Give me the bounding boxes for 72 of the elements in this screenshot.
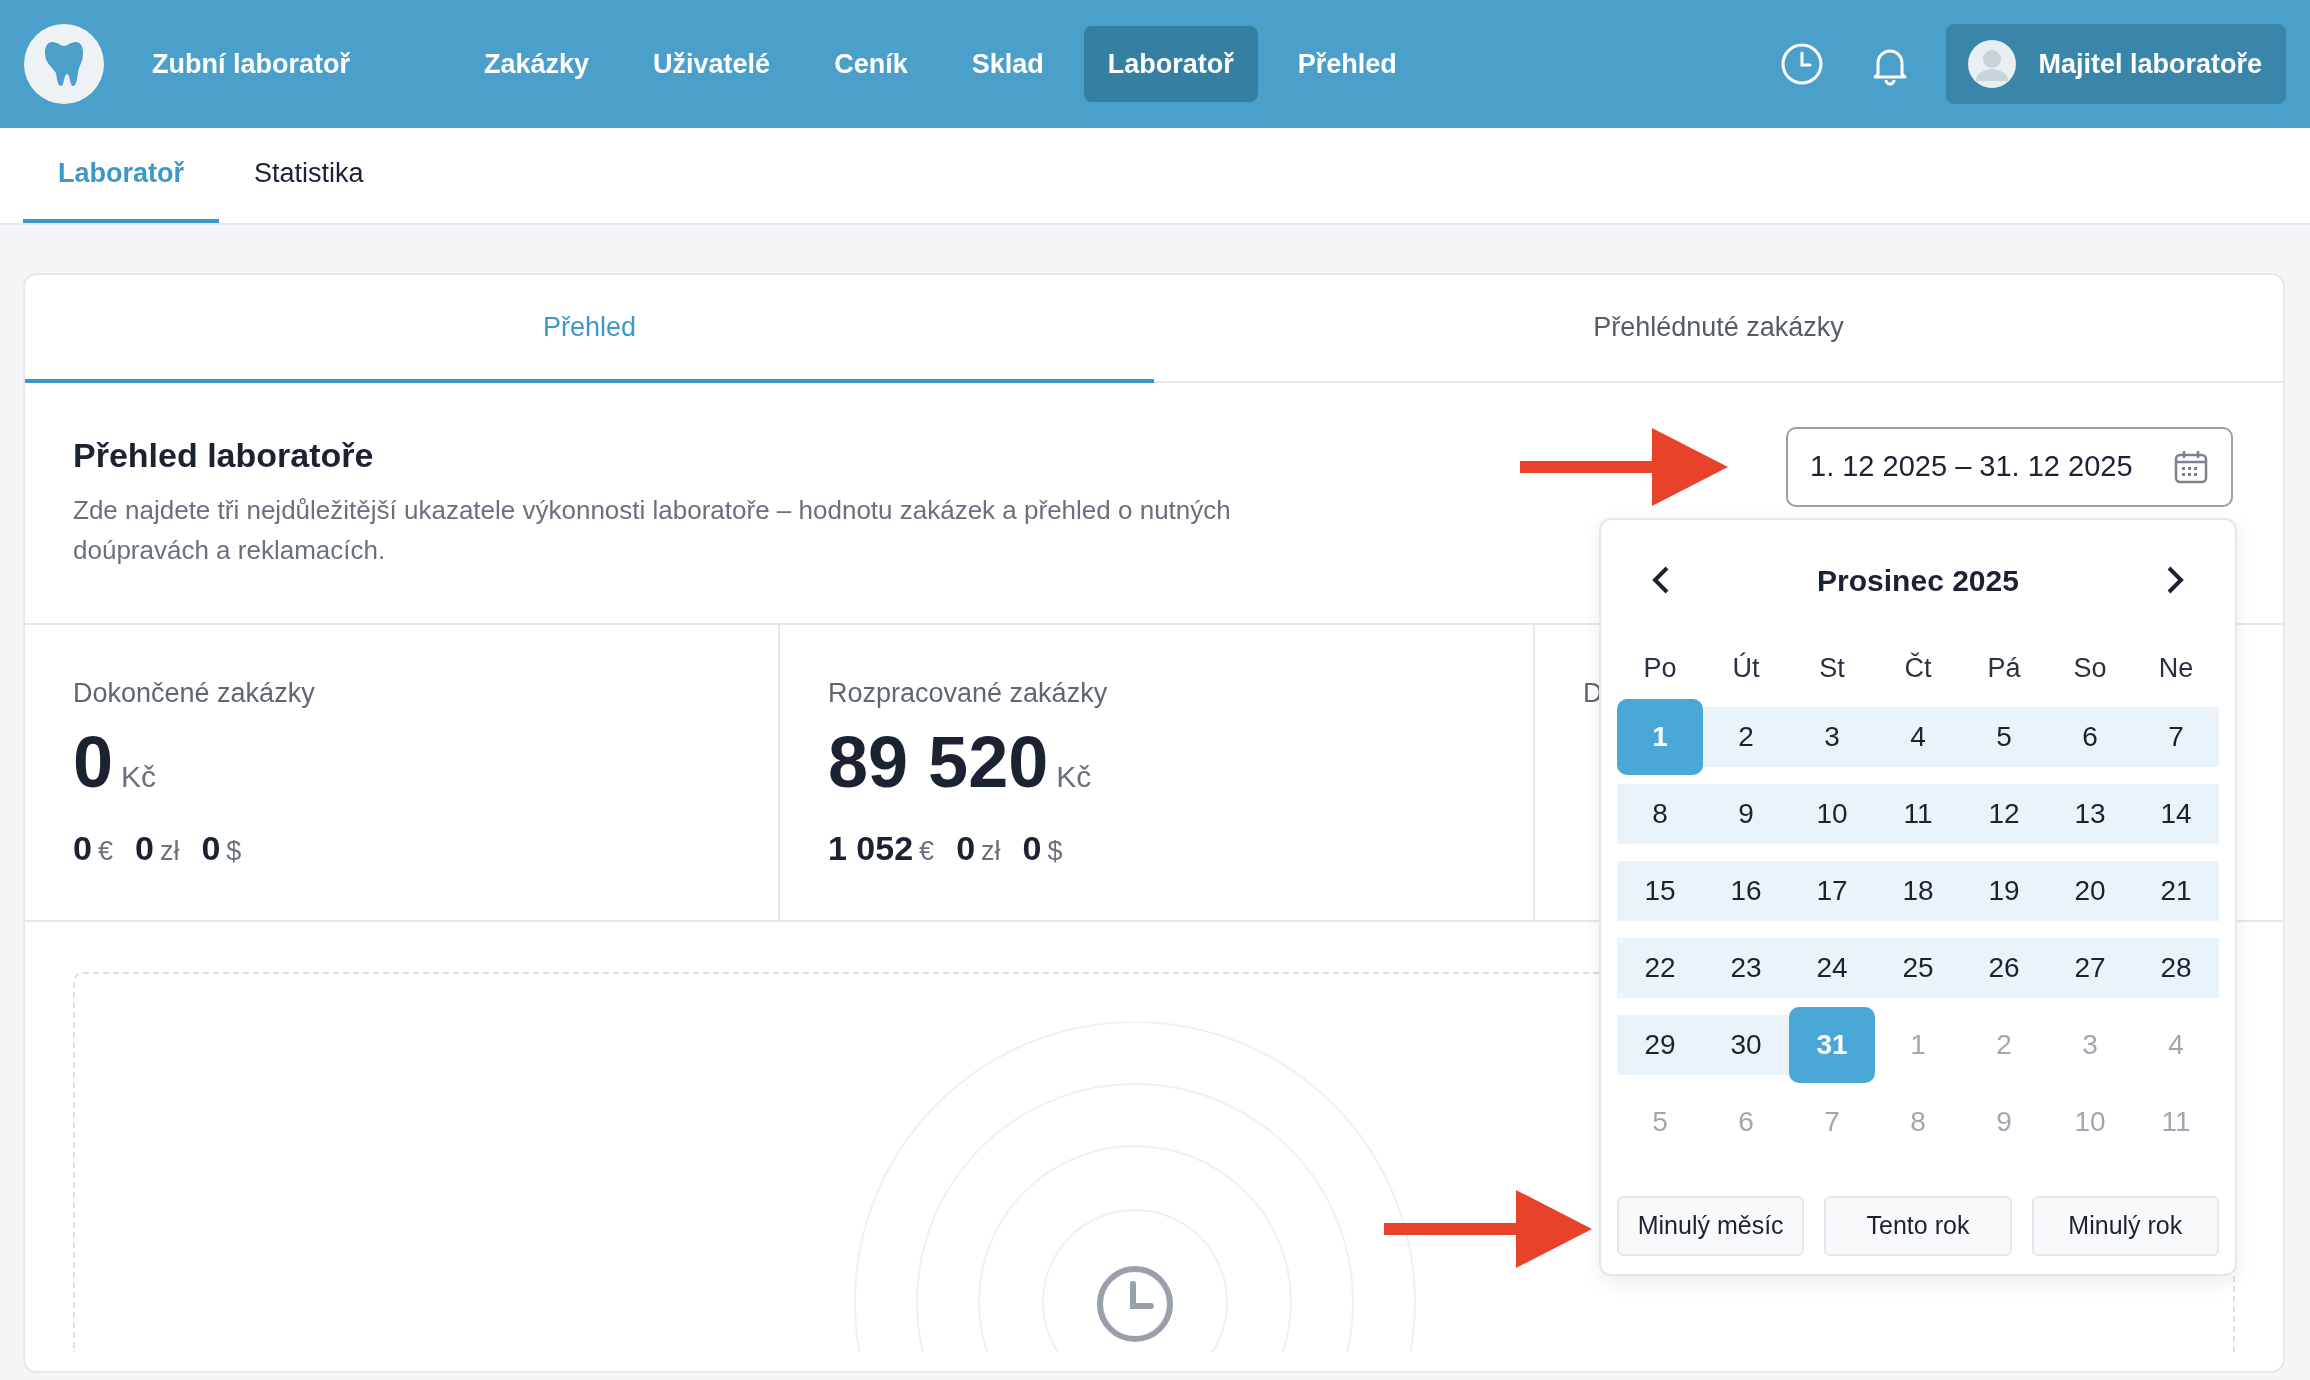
calendar-day[interactable]: 13 bbox=[2047, 783, 2133, 844]
currency-label: € bbox=[919, 834, 935, 868]
clock-icon[interactable] bbox=[1780, 42, 1825, 86]
currency-value: 0 bbox=[201, 827, 221, 869]
preset-button[interactable]: Minulý měsíc bbox=[1617, 1195, 1805, 1256]
currency-label: zł bbox=[159, 834, 180, 868]
calendar-day[interactable]: 20 bbox=[2047, 860, 2133, 921]
avatar-icon bbox=[1968, 40, 2017, 88]
calendar-day[interactable]: 17 bbox=[1789, 860, 1875, 921]
calendar-day[interactable]: 8 bbox=[1617, 783, 1703, 844]
currency-value: 0 bbox=[134, 827, 154, 869]
calendar-day[interactable]: 14 bbox=[2133, 783, 2219, 844]
calendar-day[interactable]: 19 bbox=[1961, 860, 2047, 921]
weekday-label: St bbox=[1818, 652, 1846, 685]
weekday-label: Čt bbox=[1903, 651, 1933, 685]
weekday-label: Po bbox=[1642, 652, 1678, 685]
calendar-day[interactable]: 26 bbox=[1961, 937, 2047, 998]
preset-button[interactable]: Minulý rok bbox=[2031, 1195, 2219, 1256]
weekday-label: Út bbox=[1731, 651, 1761, 685]
calendar-day[interactable]: 6 bbox=[2047, 706, 2133, 767]
currency-value: 0 bbox=[956, 827, 976, 869]
clock-icon bbox=[1095, 1264, 1175, 1344]
weekday-label: Ne bbox=[2157, 652, 2195, 685]
stat-label: Dokončené zakázky bbox=[73, 677, 316, 710]
currency-label: Kč bbox=[121, 758, 157, 795]
date-range-field[interactable]: 1. 12 2025 – 31. 12 2025 bbox=[1786, 427, 2233, 507]
calendar-day[interactable]: 27 bbox=[2047, 937, 2133, 998]
currency-label: € bbox=[97, 834, 113, 868]
brand-name: Zubní laboratoř bbox=[152, 47, 350, 81]
user-menu-button[interactable]: Majitel laboratoře bbox=[1946, 24, 2286, 104]
calendar-day[interactable]: 12 bbox=[1961, 783, 2047, 844]
stat-label: Rozpracované zakázky bbox=[828, 677, 1109, 710]
calendar-day[interactable]: 30 bbox=[1703, 1014, 1789, 1075]
calendar-day[interactable]: 21 bbox=[2133, 860, 2219, 921]
calendar-day[interactable]: 24 bbox=[1789, 937, 1875, 998]
calendar-day[interactable]: 16 bbox=[1703, 860, 1789, 921]
chevron-left-icon bbox=[1651, 565, 1671, 595]
tab[interactable]: Přehlédnuté zakázky bbox=[1154, 275, 2283, 383]
currency-label: $ bbox=[226, 834, 242, 868]
stat-value: 0 bbox=[73, 725, 114, 798]
calendar-day[interactable]: 18 bbox=[1875, 860, 1961, 921]
calendar-day[interactable]: 4 bbox=[1875, 706, 1961, 767]
currency-label: zł bbox=[981, 834, 1001, 868]
calendar-day[interactable]: 28 bbox=[2133, 937, 2219, 998]
calendar-day[interactable]: 29 bbox=[1617, 1014, 1703, 1075]
section-description: Zde najdete tři nejdůležitější ukazatele výkonnosti laboratoře – hodnotu zakázek a přehled o nutných doúpravách a reklamacích. bbox=[73, 493, 1232, 567]
chevron-right-icon bbox=[2165, 565, 2185, 595]
currency-label: $ bbox=[1047, 834, 1063, 868]
nav-link[interactable]: Laboratoř bbox=[1083, 25, 1258, 103]
calendar-day[interactable]: 22 bbox=[1617, 937, 1703, 998]
calendar-day[interactable]: 23 bbox=[1703, 937, 1789, 998]
currency-value: 1 052 bbox=[828, 827, 914, 869]
calendar-day[interactable]: 15 bbox=[1617, 860, 1703, 921]
calendar-icon bbox=[2173, 449, 2209, 485]
calendar-day[interactable]: 11 bbox=[1875, 783, 1961, 844]
currency-value: 0 bbox=[1022, 827, 1042, 869]
calendar-day[interactable]: 10 bbox=[1789, 783, 1875, 844]
calendar-day[interactable]: 2 bbox=[1703, 706, 1789, 767]
stat-value: 89 520 bbox=[828, 725, 1049, 798]
calendar-day[interactable]: 5 bbox=[1961, 706, 2047, 767]
weekday-label: So bbox=[2072, 652, 2108, 685]
preset-button[interactable]: Tento rok bbox=[1824, 1195, 2012, 1256]
section-title: Přehled laboratoře bbox=[73, 435, 375, 476]
tab[interactable]: Statistika bbox=[219, 128, 399, 223]
currency-label: Kč bbox=[1056, 758, 1092, 795]
currency-value: 0 bbox=[73, 827, 92, 869]
calendar-day[interactable]: 7 bbox=[2133, 706, 2219, 767]
calendar-day[interactable]: 25 bbox=[1875, 937, 1961, 998]
calendar-day[interactable]: 9 bbox=[1703, 783, 1789, 844]
month-title: Prosinec 2025 bbox=[1817, 562, 2019, 599]
weekday-label: Pá bbox=[1986, 652, 2022, 685]
calendar-day[interactable]: 3 bbox=[1789, 706, 1875, 767]
